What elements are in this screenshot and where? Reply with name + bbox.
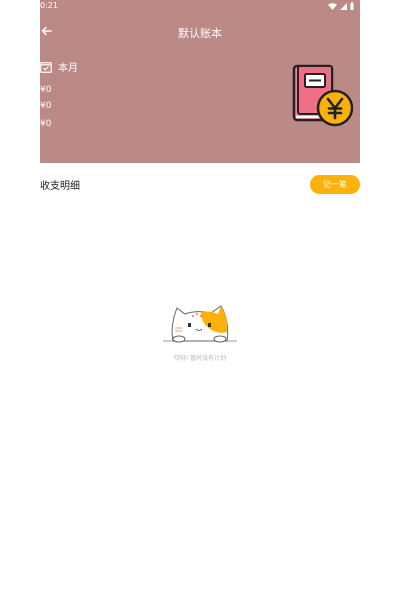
page-title: 默认账本 (178, 27, 222, 40)
battery-icon (350, 2, 354, 10)
app-screen: 0:21 默认账本 本月 ¥0 ¥0 ¥0 收支明细 记一笔 哎呀! 暂时没有计… (40, 0, 360, 600)
status-bar: 0:21 (40, 0, 360, 14)
calendar-check-icon (40, 61, 52, 73)
nav-bar: 默认账本 (40, 18, 360, 46)
section-title: 收支明细 (40, 181, 80, 192)
add-record-button[interactable]: 记一笔 (310, 175, 360, 194)
account-book-yen-icon (292, 64, 354, 127)
signal-icon (340, 2, 347, 10)
wifi-icon (328, 2, 337, 10)
summary-amount-1: ¥0 (40, 85, 52, 95)
status-time: 0:21 (40, 1, 58, 10)
summary-amount-3: ¥0 (40, 119, 52, 129)
summary-amount-2: ¥0 (40, 101, 52, 111)
period-label: 本月 (58, 63, 78, 74)
empty-cat-illustration (163, 305, 237, 343)
status-icons (328, 2, 354, 10)
empty-state-message: 哎呀! 暂时没有计划 (173, 355, 227, 362)
period-selector[interactable]: 本月 (40, 59, 78, 74)
ledger-header: 0:21 默认账本 本月 ¥0 ¥0 ¥0 (40, 0, 360, 163)
